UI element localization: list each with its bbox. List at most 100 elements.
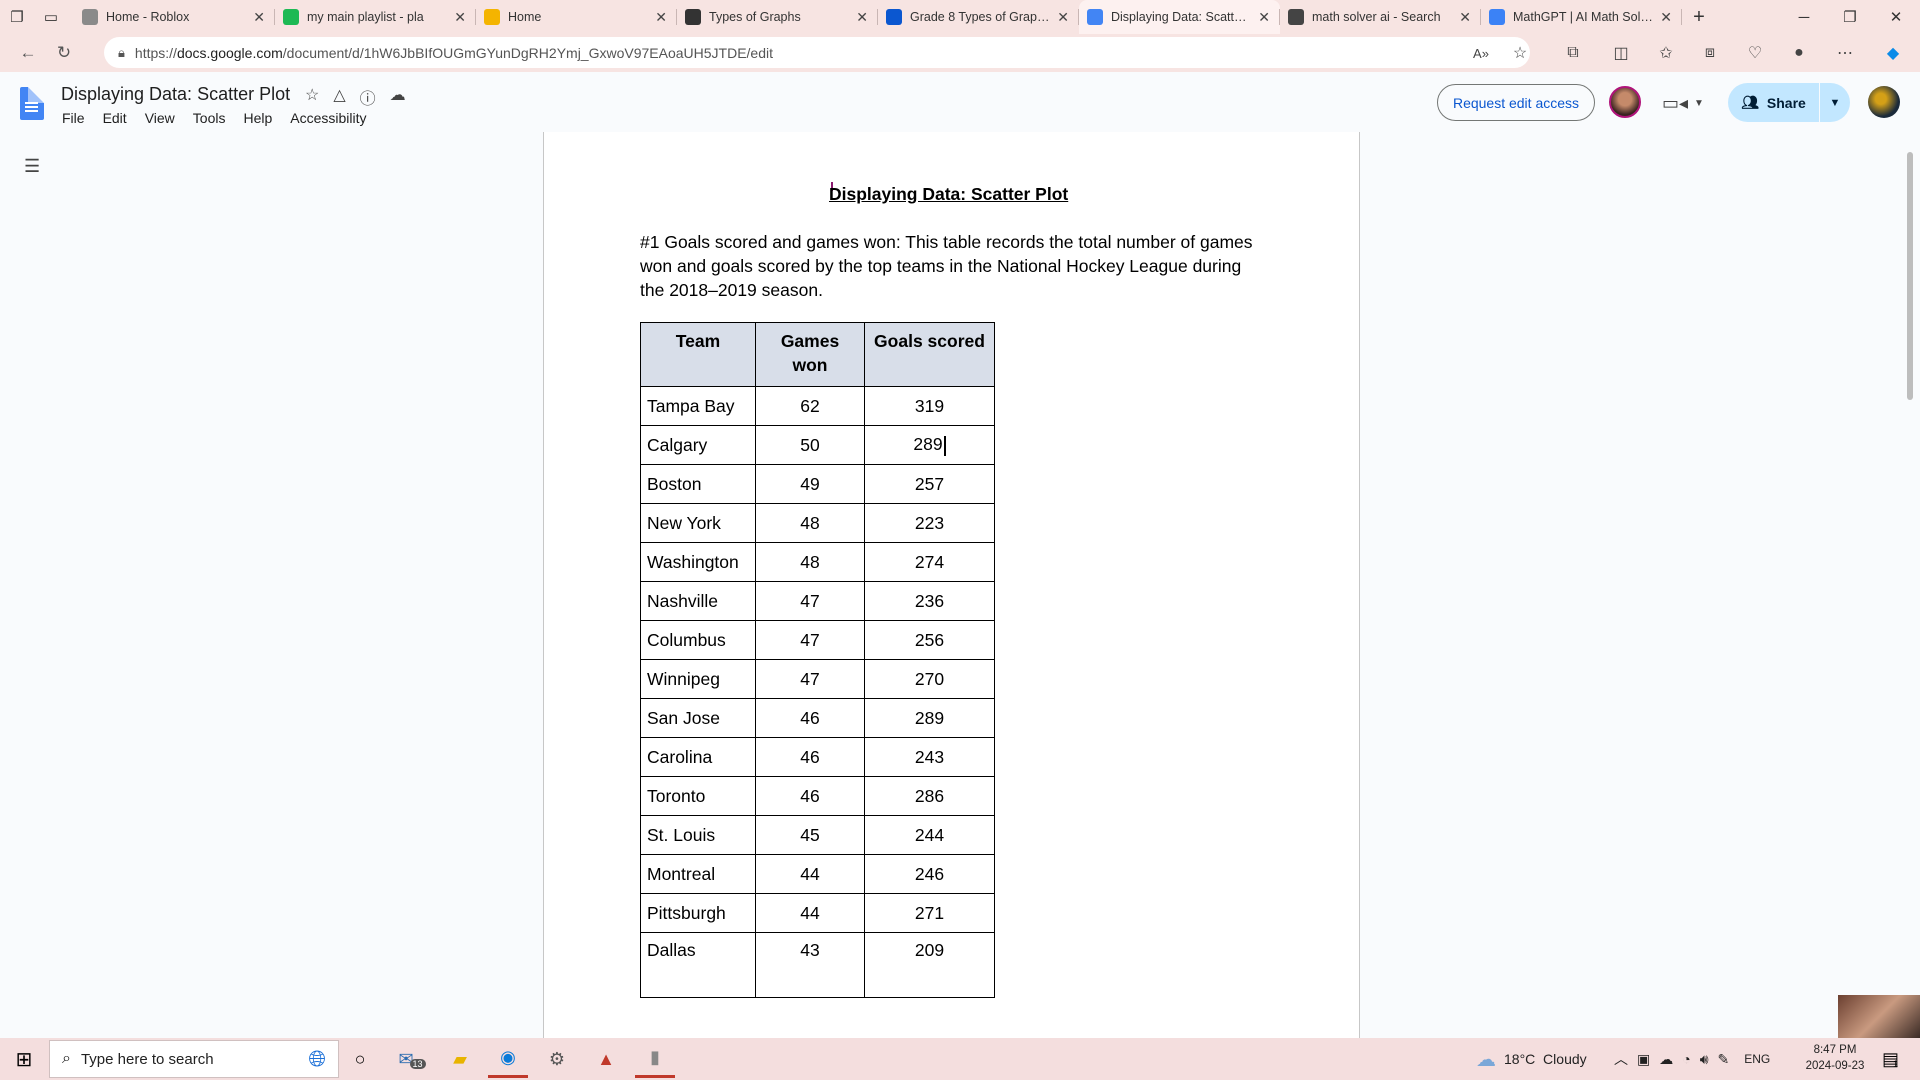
notifications-icon[interactable]: ▤ 1 <box>1870 1040 1910 1078</box>
onedrive-icon[interactable]: ☁ <box>1659 1051 1673 1068</box>
weather-widget[interactable]: ☁ 18°C Cloudy <box>1476 1040 1587 1078</box>
goals-scored-cell[interactable]: 274 <box>864 542 995 582</box>
video-thumbnail[interactable] <box>1838 995 1920 1038</box>
team-cell[interactable]: Montreal <box>640 854 756 894</box>
document-outline-icon[interactable]: ☰ <box>24 156 40 177</box>
games-won-cell[interactable]: 45 <box>755 815 865 855</box>
browser-tab[interactable]: MathGPT | AI Math Solver ✕ <box>1481 0 1682 34</box>
goals-scored-cell[interactable]: 244 <box>864 815 995 855</box>
games-won-cell[interactable]: 43 <box>755 932 865 998</box>
tab-close-icon[interactable]: ✕ <box>454 9 466 26</box>
performance-icon[interactable]: ♡ <box>1740 38 1770 68</box>
docs-logo-icon[interactable] <box>20 87 44 120</box>
goals-scored-cell[interactable]: 319 <box>864 386 995 426</box>
copilot-icon[interactable]: ◆ <box>1878 38 1908 68</box>
task-view-icon[interactable]: ○ <box>340 1040 380 1078</box>
menu-accessibility[interactable]: Accessibility <box>290 110 366 126</box>
address-bar[interactable]: 🔒︎ https://docs.google.com/document/d/1h… <box>104 37 1530 68</box>
team-cell[interactable]: Carolina <box>640 737 756 777</box>
cloud-status-icon[interactable]: ☁ <box>390 85 406 109</box>
goals-scored-cell[interactable]: 236 <box>864 581 995 621</box>
games-won-cell[interactable]: 44 <box>755 893 865 933</box>
close-window-button[interactable]: ✕ <box>1873 0 1919 34</box>
games-won-cell[interactable]: 48 <box>755 503 865 543</box>
taskbar-search-input[interactable]: ⌕ Type here to search 🌐︎ <box>49 1040 339 1078</box>
menu-edit[interactable]: Edit <box>103 110 127 126</box>
tab-close-icon[interactable]: ✕ <box>856 9 868 26</box>
volume-icon[interactable]: 🔊︎ <box>1700 1051 1709 1068</box>
new-tab-button[interactable]: + <box>1682 0 1716 34</box>
games-won-cell[interactable]: 47 <box>755 659 865 699</box>
tab-close-icon[interactable]: ✕ <box>1057 9 1069 26</box>
goals-scored-cell[interactable]: 256 <box>864 620 995 660</box>
goals-scored-cell[interactable]: 271 <box>864 893 995 933</box>
goals-scored-cell[interactable]: 289 <box>864 425 995 465</box>
team-cell[interactable]: Boston <box>640 464 756 504</box>
browser-tab[interactable]: Home ✕ <box>476 0 677 34</box>
tab-close-icon[interactable]: ✕ <box>253 9 265 26</box>
games-won-cell[interactable]: 48 <box>755 542 865 582</box>
team-cell[interactable]: Tampa Bay <box>640 386 756 426</box>
star-icon[interactable]: ☆ <box>305 85 319 109</box>
menu-tools[interactable]: Tools <box>193 110 226 126</box>
read-aloud-icon[interactable]: A» <box>1466 38 1496 68</box>
move-to-drive-icon[interactable]: △ <box>333 85 345 109</box>
network-icon[interactable]: ◔ <box>1682 1051 1690 1067</box>
minimize-button[interactable]: ─ <box>1781 0 1827 34</box>
team-cell[interactable]: Calgary <box>640 425 756 465</box>
team-cell[interactable]: Nashville <box>640 581 756 621</box>
goals-scored-cell[interactable]: 289 <box>864 698 995 738</box>
language-indicator[interactable]: ENG <box>1744 1052 1770 1066</box>
document-page[interactable]: Displaying Data: Scatter Plot #1 Goals s… <box>543 132 1360 1038</box>
goals-scored-cell[interactable]: 257 <box>864 464 995 504</box>
browser-tab[interactable]: Types of Graphs ✕ <box>677 0 878 34</box>
goals-scored-cell[interactable]: 270 <box>864 659 995 699</box>
chevron-up-icon[interactable]: ︿ <box>1614 1049 1628 1069</box>
team-cell[interactable]: Washington <box>640 542 756 582</box>
team-cell[interactable]: St. Louis <box>640 815 756 855</box>
goals-scored-cell[interactable]: 209 <box>864 932 995 998</box>
clock[interactable]: 8:47 PM 2024-09-23 <box>1800 1042 1870 1074</box>
favorites-icon[interactable]: ✩ <box>1651 38 1681 68</box>
collaborator-avatar[interactable] <box>1609 86 1641 118</box>
team-cell[interactable]: Dallas <box>640 932 756 998</box>
team-cell[interactable]: San Jose <box>640 698 756 738</box>
goals-scored-cell[interactable]: 246 <box>864 854 995 894</box>
data-table[interactable]: Team Games won Goals scored Tampa Bay 62 3… <box>640 322 995 998</box>
account-avatar[interactable] <box>1868 86 1900 118</box>
browser-tab[interactable]: Displaying Data: Scatter Pl ✕ <box>1079 0 1280 34</box>
document-title[interactable]: Displaying Data: Scatter Plot <box>61 84 290 105</box>
games-won-cell[interactable]: 62 <box>755 386 865 426</box>
games-won-cell[interactable]: 46 <box>755 737 865 777</box>
menu-view[interactable]: View <box>145 110 175 126</box>
split-screen-icon[interactable]: ◫ <box>1606 38 1636 68</box>
edge-browser-icon[interactable]: ◉ <box>488 1040 528 1078</box>
browser-tab[interactable]: Home - Roblox ✕ <box>74 0 275 34</box>
workspaces-icon[interactable]: ❐ <box>0 0 34 34</box>
team-cell[interactable]: Pittsburgh <box>640 893 756 933</box>
tab-close-icon[interactable]: ✕ <box>1258 9 1270 26</box>
mouse-app-icon[interactable]: ▮ <box>635 1040 675 1078</box>
site-info-icon[interactable]: 🔒︎ <box>118 45 125 61</box>
profile-icon[interactable]: ● <box>1784 38 1814 68</box>
goals-scored-cell[interactable]: 243 <box>864 737 995 777</box>
team-cell[interactable]: Toronto <box>640 776 756 816</box>
team-cell[interactable]: New York <box>640 503 756 543</box>
share-button[interactable]: 👥︎ Share ▼ <box>1728 83 1850 122</box>
games-won-cell[interactable]: 44 <box>755 854 865 894</box>
tab-close-icon[interactable]: ✕ <box>1459 9 1471 26</box>
refresh-button[interactable]: ↻ <box>46 37 82 69</box>
menu-file[interactable]: File <box>62 110 85 126</box>
favorite-star-icon[interactable]: ☆ <box>1505 38 1535 68</box>
extensions-icon[interactable]: ⧉ <box>1558 38 1588 68</box>
tab-close-icon[interactable]: ✕ <box>655 9 667 26</box>
games-won-cell[interactable]: 46 <box>755 776 865 816</box>
request-edit-access-button[interactable]: Request edit access <box>1437 84 1595 121</box>
windows-start-icon[interactable]: ⊞ <box>4 1040 44 1078</box>
mail-icon[interactable]: ✉ 13 <box>392 1040 432 1078</box>
settings-icon[interactable]: ⚙ <box>537 1040 577 1078</box>
browser-tab[interactable]: my main playlist - pla ✕ <box>275 0 476 34</box>
goals-scored-cell[interactable]: 286 <box>864 776 995 816</box>
games-won-cell[interactable]: 46 <box>755 698 865 738</box>
team-cell[interactable]: Winnipeg <box>640 659 756 699</box>
